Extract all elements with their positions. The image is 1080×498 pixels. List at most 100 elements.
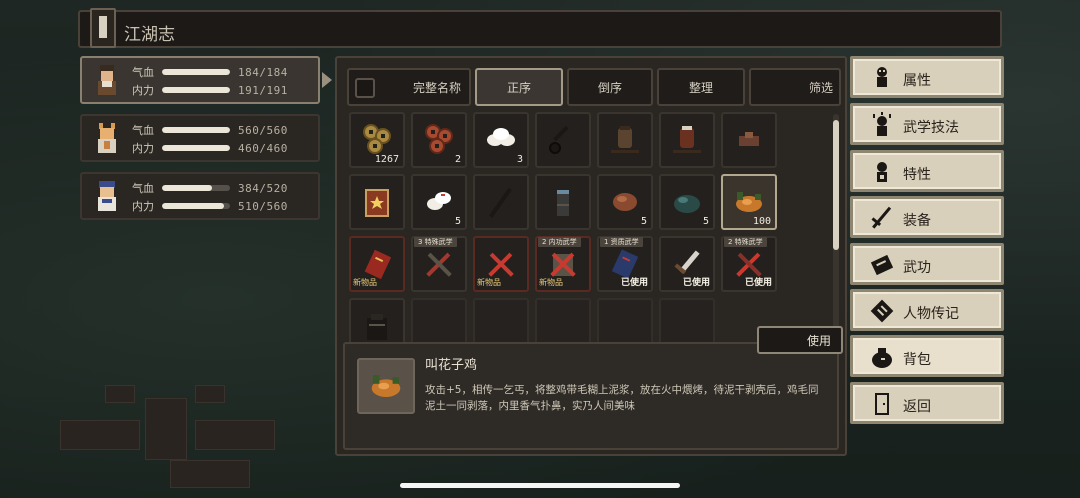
item-count: 100 xyxy=(752,216,771,227)
spear-icon xyxy=(489,187,512,218)
item-slot[interactable]: 2 内功武学 新物品 xyxy=(535,236,591,292)
item-slot[interactable]: 2 特殊武学 已使用 xyxy=(721,236,777,292)
menu-label: 武功 xyxy=(903,260,931,276)
mp-value: 460/460 xyxy=(238,141,288,155)
mp-bar xyxy=(162,145,230,151)
item-count: 3 xyxy=(516,154,523,165)
menu-return[interactable]: 返回 xyxy=(850,382,1004,424)
title-bar: 江湖志 xyxy=(78,8,1002,48)
item-slot[interactable]: 已使用 xyxy=(659,236,715,292)
item-slot-selected[interactable]: 100 xyxy=(721,174,777,230)
skill-tag: 1 资质武学 xyxy=(600,237,643,247)
item-count: 5 xyxy=(454,216,461,227)
hp-value: 560/560 xyxy=(238,123,288,137)
character-card-1[interactable]: 气血 184/184 内力 191/191 xyxy=(80,56,332,104)
item-detail-panel: 叫花子鸡 攻击+5，相传一乞丐，将整鸡带毛糊上泥浆，放在火中煨烤，待泥干剥壳后，… xyxy=(343,342,839,450)
scrollbar-thumb[interactable] xyxy=(833,120,839,250)
wine-jar-red-icon xyxy=(673,126,701,153)
detail-item-description: 攻击+5，相传一乞丐，将整鸡带毛糊上泥浆，放在火中煨烤，待泥干剥壳后，鸡毛同泥土… xyxy=(425,384,819,412)
skill-tag: 2 特殊武学 xyxy=(724,237,767,247)
menu-label: 特性 xyxy=(903,167,931,183)
item-slot[interactable]: 2 xyxy=(411,112,467,168)
hp-bar xyxy=(162,69,230,75)
sort-tab-bar: 完整名称 正序 倒序 整理 筛选 xyxy=(347,68,841,106)
hp-label: 气血 xyxy=(132,182,154,195)
mp-value: 191/191 xyxy=(238,83,288,97)
full-name-toggle[interactable]: 完整名称 xyxy=(347,68,471,106)
use-button[interactable]: 使用 xyxy=(757,326,843,354)
hp-bar xyxy=(162,185,230,191)
item-slot[interactable]: 5 xyxy=(411,174,467,230)
menu-equipment[interactable]: 装备 xyxy=(850,196,1004,238)
figure-icon xyxy=(877,67,887,87)
menu-label: 属性 xyxy=(903,73,931,89)
hp-label: 气血 xyxy=(132,66,154,79)
menu-label: 人物传记 xyxy=(903,306,959,322)
item-slot[interactable] xyxy=(721,112,777,168)
menu-traits[interactable]: 特性 xyxy=(850,150,1004,192)
tab-filter[interactable]: 筛选 xyxy=(749,68,841,106)
martial-book-icon xyxy=(870,254,894,276)
character-portrait-icon xyxy=(98,123,116,153)
menu-biography[interactable]: 人物传记 xyxy=(850,289,1004,331)
use-button-label: 使用 xyxy=(806,333,831,348)
tab-organize[interactable]: 整理 xyxy=(657,68,745,106)
used-label: 已使用 xyxy=(682,278,710,288)
menu-martial-arts[interactable]: 武功 xyxy=(850,243,1004,285)
full-name-label: 完整名称 xyxy=(412,80,461,95)
tab-descending-label: 倒序 xyxy=(597,80,622,95)
new-item-label: 新物品 xyxy=(539,278,563,287)
wood-block-icon xyxy=(739,132,759,146)
armor-icon xyxy=(367,314,387,340)
used-label: 已使用 xyxy=(620,278,648,288)
figure-skill-icon xyxy=(873,112,891,136)
copper-coin-icon xyxy=(425,124,453,154)
item-slot[interactable] xyxy=(659,112,715,168)
item-slot[interactable]: 3 特殊武学 xyxy=(411,236,467,292)
biography-icon xyxy=(870,299,894,323)
item-count: 5 xyxy=(640,216,647,227)
key-icon xyxy=(549,125,569,154)
mp-value: 510/560 xyxy=(238,199,288,213)
tab-descending[interactable]: 倒序 xyxy=(567,68,653,106)
item-slot[interactable]: 1267 xyxy=(349,112,405,168)
bun-icon xyxy=(427,192,451,210)
item-slot[interactable]: 1 资质武学 已使用 xyxy=(597,236,653,292)
hp-bar xyxy=(162,127,230,133)
skill-tag: 3 特殊武学 xyxy=(414,237,457,247)
character-card-3[interactable]: 气血 384/520 内力 510/560 xyxy=(80,172,320,220)
item-slot[interactable]: 新物品 xyxy=(473,236,529,292)
inventory-scrollbar[interactable] xyxy=(833,114,839,342)
item-slot[interactable] xyxy=(473,174,529,230)
wine-jar-icon xyxy=(611,126,639,153)
figure-trait-icon xyxy=(877,162,887,182)
item-count: 5 xyxy=(702,216,709,227)
menu-martial-techniques[interactable]: 武学技法 xyxy=(850,103,1004,145)
beggar-chicken-icon xyxy=(371,375,401,397)
item-slot[interactable] xyxy=(349,174,405,230)
hp-value: 184/184 xyxy=(238,65,288,79)
tab-ascending[interactable]: 正序 xyxy=(475,68,563,106)
item-slot[interactable]: 5 xyxy=(659,174,715,230)
new-item-label: 新物品 xyxy=(477,278,501,287)
door-icon xyxy=(875,393,889,415)
item-count: 2 xyxy=(454,154,461,165)
skill-tag: 2 内功武学 xyxy=(538,237,581,247)
full-name-checkbox[interactable] xyxy=(355,78,375,98)
item-slot[interactable]: 新物品 xyxy=(349,236,405,292)
hp-label: 气血 xyxy=(132,124,154,137)
menu-attributes[interactable]: 属性 xyxy=(850,56,1004,98)
item-slot[interactable] xyxy=(535,174,591,230)
detail-item-name: 叫花子鸡 xyxy=(425,358,478,373)
item-slot[interactable]: 3 xyxy=(473,112,529,168)
menu-bag[interactable]: 背包 xyxy=(850,335,1004,377)
home-indicator[interactable] xyxy=(400,483,680,488)
item-count: 1267 xyxy=(374,154,399,165)
character-card-2[interactable]: 气血 560/560 内力 460/460 xyxy=(80,114,320,162)
hp-value: 384/520 xyxy=(238,181,288,195)
item-slot[interactable] xyxy=(535,112,591,168)
item-slot[interactable]: 5 xyxy=(597,174,653,230)
item-slot[interactable] xyxy=(597,112,653,168)
character-portrait-icon xyxy=(98,181,116,211)
mp-bar xyxy=(162,203,230,209)
